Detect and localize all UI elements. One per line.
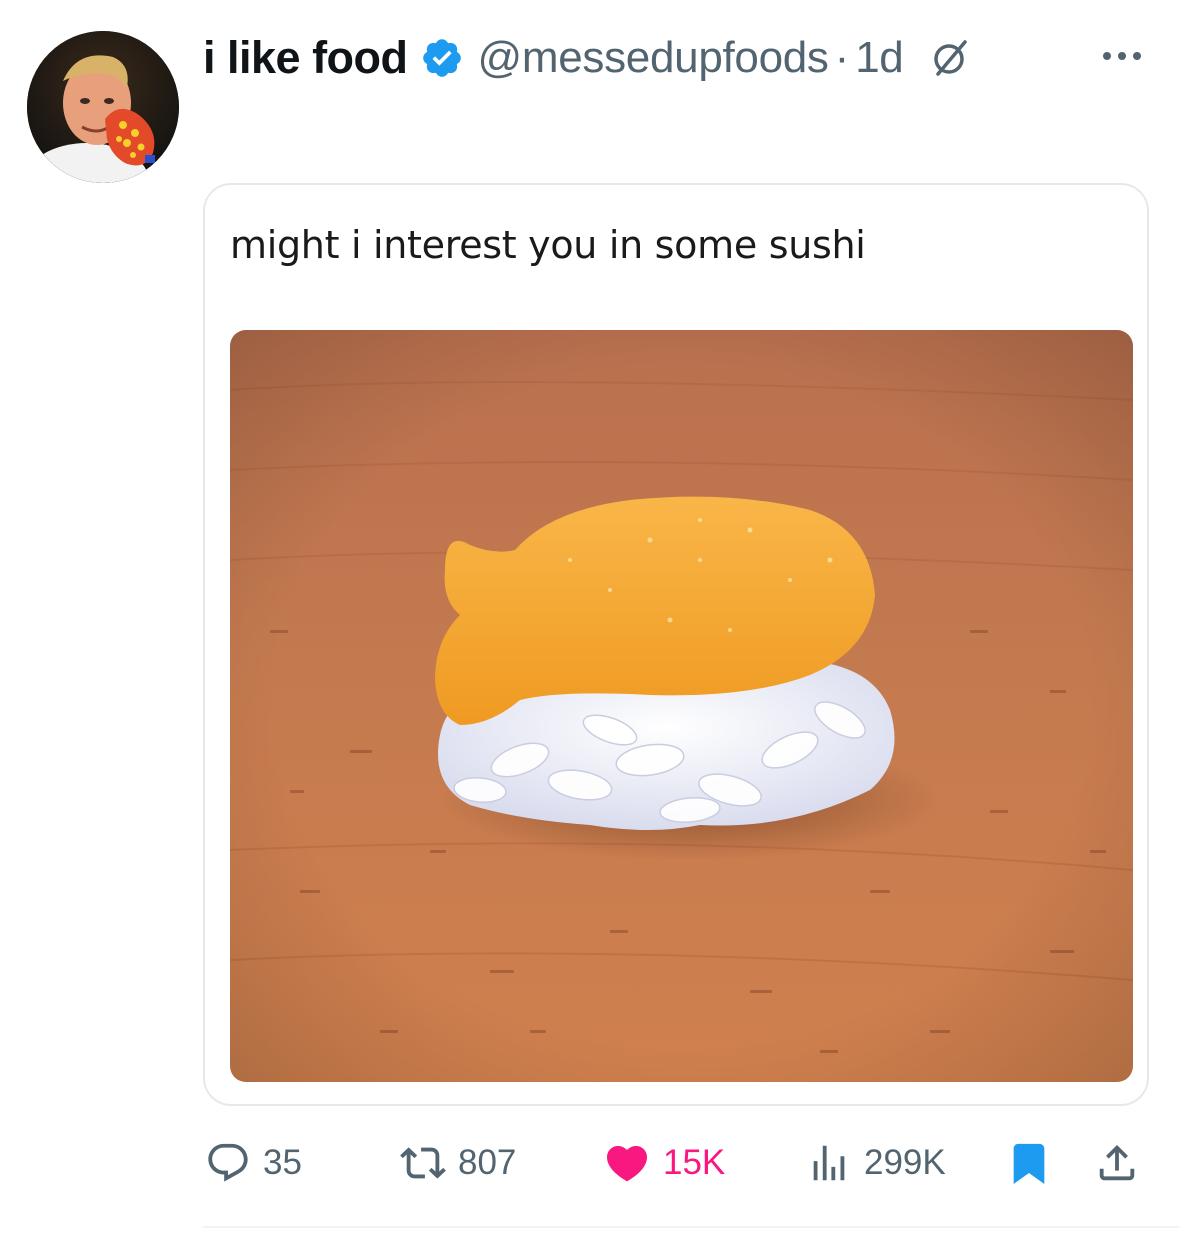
user-handle[interactable]: @messedupfoods: [478, 33, 829, 83]
repost-button[interactable]: 807: [400, 1135, 516, 1191]
views-button[interactable]: 299K: [806, 1135, 946, 1191]
share-button[interactable]: [1094, 1135, 1140, 1191]
reply-count: 35: [263, 1143, 302, 1182]
goldfish-cracker-on-rice-photo[interactable]: [230, 330, 1133, 1082]
views-count: 299K: [864, 1143, 946, 1182]
views-icon: [806, 1140, 852, 1186]
timestamp[interactable]: 1d: [855, 33, 903, 83]
display-name[interactable]: i like food: [203, 32, 408, 84]
verified-badge-icon[interactable]: [420, 36, 464, 80]
bookmark-icon: [1006, 1140, 1052, 1186]
more-icon[interactable]: [1097, 36, 1147, 76]
grok-icon[interactable]: [929, 36, 973, 80]
bookmark-button[interactable]: [1006, 1135, 1052, 1191]
tweet-action-bar: 35 807 15K 299K: [0, 1135, 1179, 1195]
media-card[interactable]: might i interest you in some sushi: [203, 183, 1149, 1106]
repost-count: 807: [458, 1143, 517, 1182]
repost-icon: [400, 1140, 446, 1186]
divider: [203, 1226, 1179, 1228]
meme-caption: might i interest you in some sushi: [230, 223, 866, 267]
heart-icon: [603, 1139, 651, 1187]
like-button[interactable]: 15K: [603, 1135, 725, 1191]
share-icon: [1094, 1140, 1140, 1186]
separator-dot: ·: [834, 33, 850, 82]
tweet-header: i like food @messedupfoods · 1d: [203, 28, 1149, 88]
avatar-image: [27, 31, 179, 183]
like-count: 15K: [663, 1143, 726, 1182]
avatar[interactable]: [27, 31, 179, 183]
reply-button[interactable]: 35: [205, 1135, 302, 1191]
reply-icon: [205, 1140, 251, 1186]
